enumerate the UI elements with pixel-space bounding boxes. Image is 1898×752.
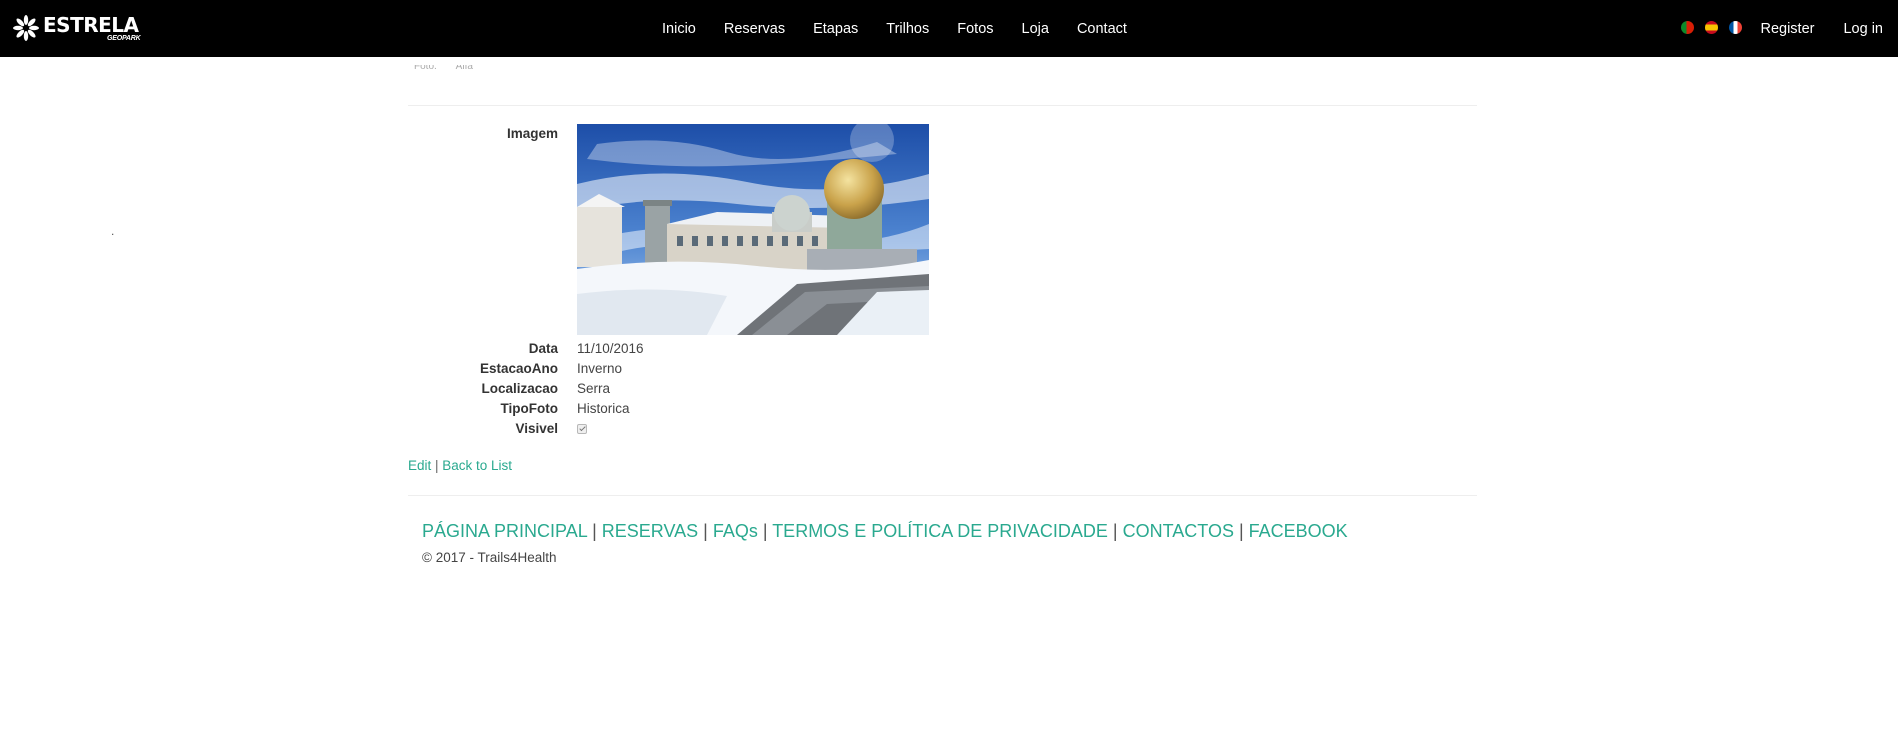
- detail-row-estacaoano: EstacaoAno Inverno: [408, 359, 1477, 379]
- brand-subtitle: GEOPARK: [107, 35, 141, 42]
- photo-image: [577, 124, 929, 335]
- footer-separator: |: [757, 521, 773, 541]
- nav-trilhos[interactable]: Trilhos: [886, 21, 929, 37]
- estacaoano-value: Inverno: [577, 361, 623, 376]
- nav-contact[interactable]: Contact: [1077, 21, 1127, 37]
- tipofoto-value: Historica: [577, 401, 630, 416]
- imagem-value: [577, 124, 929, 335]
- localizacao-value: Serra: [577, 381, 611, 396]
- nav-reservas[interactable]: Reservas: [724, 21, 785, 37]
- detail-row-data: Data 11/10/2016: [408, 339, 1477, 359]
- footer-link-termos[interactable]: TERMOS E POLÍTICA DE PRIVACIDADE: [772, 521, 1108, 541]
- footer-separator: |: [587, 521, 602, 541]
- top-navbar: ESTRELA GEOPARK Inicio Reservas Etapas T…: [0, 0, 1898, 57]
- es-flag-icon[interactable]: [1705, 21, 1718, 34]
- data-value: 11/10/2016: [577, 341, 644, 356]
- login-link[interactable]: Log in: [1843, 21, 1883, 37]
- detail-row-imagem: Imagem: [408, 124, 1477, 335]
- footer-link-facebook[interactable]: FACEBOOK: [1249, 521, 1348, 541]
- nav-loja[interactable]: Loja: [1022, 21, 1049, 37]
- visivel-label: Visivel: [515, 421, 558, 436]
- footer-separator: |: [698, 521, 713, 541]
- brand-text: ESTRELA GEOPARK: [43, 13, 141, 42]
- action-separator: |: [431, 458, 443, 473]
- footer-link-reservas[interactable]: RESERVAS: [602, 521, 698, 541]
- page-heading-fragment: Foto. Alfa: [414, 65, 473, 69]
- auth-links: Register Log in: [1760, 0, 1898, 57]
- main-content: Foto. Alfa Imagem: [408, 57, 1477, 565]
- data-label: Data: [528, 341, 558, 356]
- photo-details: Imagem Data 11/10/2016 EstacaoAno Invern…: [408, 124, 1477, 439]
- visivel-value: [577, 419, 587, 439]
- main-nav: Inicio Reservas Etapas Trilhos Fotos Loj…: [662, 0, 1155, 57]
- nav-etapas[interactable]: Etapas: [813, 21, 858, 37]
- content-divider: [408, 495, 1477, 496]
- action-links: Edit | Back to List: [408, 458, 1477, 473]
- detail-row-visivel: Visivel: [408, 419, 1477, 439]
- edit-link[interactable]: Edit: [408, 458, 431, 473]
- tipofoto-label: TipoFoto: [500, 401, 558, 416]
- nav-fotos[interactable]: Fotos: [957, 21, 993, 37]
- register-link[interactable]: Register: [1760, 21, 1814, 37]
- page-header: Foto. Alfa: [408, 57, 1477, 106]
- fr-flag-icon[interactable]: [1729, 21, 1742, 34]
- footer-links: PÁGINA PRINCIPAL | RESERVAS | FAQs | TER…: [422, 520, 1477, 542]
- footer-separator: |: [1233, 521, 1249, 541]
- footer-link-faqs[interactable]: FAQs: [713, 521, 758, 541]
- estacaoano-label: EstacaoAno: [479, 361, 558, 376]
- brand-name: ESTRELA: [43, 13, 139, 37]
- imagem-label: Imagem: [506, 126, 558, 141]
- copyright: © 2017 - Trails4Health: [422, 550, 557, 565]
- brand-logo[interactable]: ESTRELA GEOPARK: [12, 13, 141, 52]
- pt-flag-icon[interactable]: [1681, 21, 1694, 34]
- detail-row-localizacao: Localizacao Serra: [408, 379, 1477, 399]
- detail-row-tipofoto: TipoFoto Historica: [408, 399, 1477, 419]
- flower-logo-icon: [13, 15, 39, 41]
- footer-link-pagina-principal[interactable]: PÁGINA PRINCIPAL: [422, 521, 587, 541]
- footer-separator: |: [1107, 521, 1123, 541]
- footer: PÁGINA PRINCIPAL | RESERVAS | FAQs | TER…: [408, 520, 1477, 565]
- back-to-list-link[interactable]: Back to List: [442, 458, 512, 473]
- stray-dot: .: [111, 224, 115, 238]
- language-switcher: [1681, 21, 1753, 34]
- footer-link-contactos[interactable]: CONTACTOS: [1123, 521, 1234, 541]
- visivel-checkbox: [577, 424, 587, 434]
- nav-inicio[interactable]: Inicio: [662, 21, 696, 37]
- localizacao-label: Localizacao: [481, 381, 558, 396]
